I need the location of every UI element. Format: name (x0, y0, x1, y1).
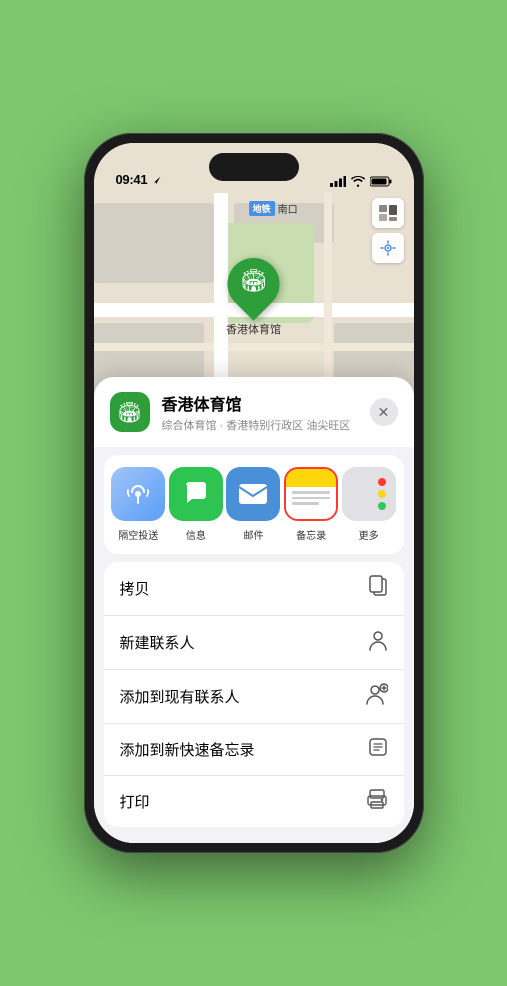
airdrop-icon (111, 467, 165, 521)
location-card: 🏟 香港体育馆 综合体育馆 · 香港特别行政区 油尖旺区 ✕ (94, 377, 414, 447)
phone-frame: 09:41 (84, 133, 424, 853)
note-icon (368, 737, 388, 762)
location-card-name: 香港体育馆 (162, 391, 358, 415)
signal-icon (330, 176, 346, 187)
wifi-icon (351, 176, 365, 187)
action-new-contact-label: 新建联系人 (120, 632, 195, 653)
status-time: 09:41 (116, 172, 148, 187)
location-pin: 🏟 香港体育馆 (226, 258, 281, 337)
map-label: 地铁 南口 (249, 201, 298, 216)
map-label-text: 南口 (278, 201, 298, 216)
action-add-contact-label: 添加到现有联系人 (120, 686, 240, 707)
copy-icon (368, 575, 388, 602)
location-info: 香港体育馆 综合体育馆 · 香港特别行政区 油尖旺区 (162, 391, 358, 433)
action-quick-note-label: 添加到新快速备忘录 (120, 739, 255, 760)
share-row: 隔空投送 信息 (104, 455, 404, 554)
action-print-label: 打印 (120, 791, 150, 812)
notes-label: 备忘录 (296, 527, 326, 542)
location-card-subtitle: 综合体育馆 · 香港特别行政区 油尖旺区 (162, 417, 358, 433)
airdrop-label: 隔空投送 (118, 527, 158, 542)
print-icon (366, 789, 388, 814)
location-button[interactable] (372, 233, 404, 263)
more-icon (342, 467, 396, 521)
close-icon: ✕ (378, 404, 390, 421)
more-label: 更多 (359, 527, 379, 542)
notes-icon (284, 467, 338, 521)
location-card-icon: 🏟 (110, 392, 150, 432)
action-quick-note[interactable]: 添加到新快速备忘录 (104, 724, 404, 776)
battery-icon (370, 176, 392, 187)
map-label-badge: 地铁 (249, 201, 275, 216)
bottom-sheet: 🏟 香港体育馆 综合体育馆 · 香港特别行政区 油尖旺区 ✕ (94, 377, 414, 843)
close-button[interactable]: ✕ (370, 398, 398, 426)
phone-screen: 09:41 (94, 143, 414, 843)
action-copy[interactable]: 拷贝 (104, 562, 404, 616)
pin-icon: 🏟 (240, 268, 268, 294)
share-item-messages[interactable]: 信息 (167, 467, 225, 542)
action-add-contact[interactable]: 添加到现有联系人 (104, 670, 404, 724)
action-new-contact[interactable]: 新建联系人 (104, 616, 404, 670)
location-arrow-icon (152, 175, 162, 185)
status-icons (330, 176, 392, 187)
messages-icon (169, 467, 223, 521)
share-item-notes[interactable]: 备忘录 (282, 467, 340, 542)
more-dot-red (378, 478, 386, 486)
mail-label: 邮件 (243, 527, 263, 542)
share-item-airdrop[interactable]: 隔空投送 (110, 467, 168, 542)
messages-label: 信息 (186, 527, 206, 542)
action-copy-label: 拷贝 (120, 578, 150, 599)
person-add-icon (366, 683, 388, 710)
share-item-mail[interactable]: 邮件 (225, 467, 283, 542)
map-view-button[interactable] (372, 198, 404, 228)
more-dot-yellow (378, 490, 386, 498)
pin-circle: 🏟 (217, 247, 291, 321)
map-controls (372, 198, 404, 263)
person-icon (368, 629, 388, 656)
action-list: 拷贝 新建联系人 (104, 562, 404, 827)
pin-label: 香港体育馆 (226, 321, 281, 337)
more-dot-green (378, 502, 386, 510)
mail-icon (226, 467, 280, 521)
action-print[interactable]: 打印 (104, 776, 404, 827)
share-item-more[interactable]: 更多 (340, 467, 398, 542)
dynamic-island (209, 153, 299, 181)
